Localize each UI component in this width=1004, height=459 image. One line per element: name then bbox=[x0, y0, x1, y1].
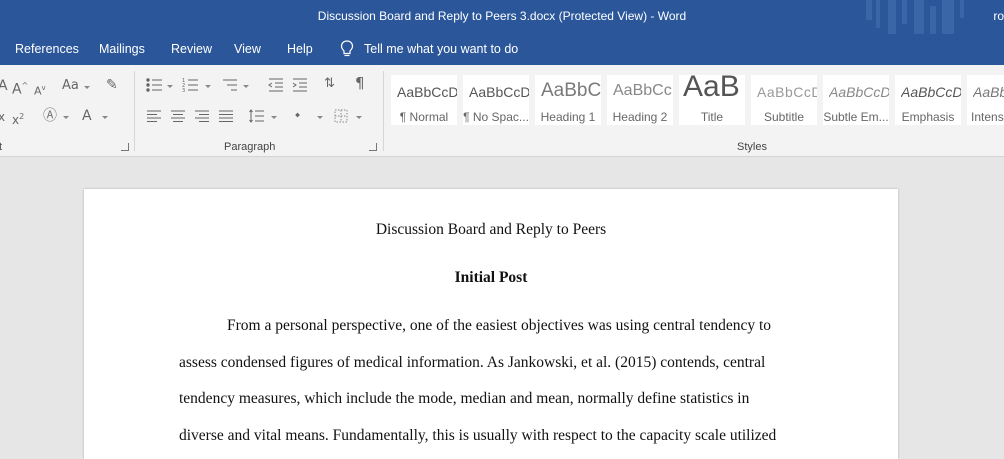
borders-dropdown-icon[interactable] bbox=[356, 116, 362, 119]
styles-group-label: Styles bbox=[737, 141, 767, 153]
line-spacing-dropdown-icon[interactable] bbox=[271, 116, 277, 119]
tab-mailings[interactable]: Mailings bbox=[99, 42, 145, 56]
numbering-icon[interactable]: 123 bbox=[182, 77, 200, 93]
title-bar: Discussion Board and Reply to Peers 3.do… bbox=[0, 0, 1004, 34]
shading-icon[interactable]: ⬩ bbox=[295, 108, 300, 122]
tab-view[interactable]: View bbox=[234, 42, 261, 56]
clear-formatting-icon[interactable]: ✎ bbox=[106, 78, 118, 92]
align-center-icon[interactable] bbox=[170, 109, 186, 123]
change-case-dropdown-icon[interactable] bbox=[84, 86, 90, 89]
show-formatting-marks-icon[interactable]: ¶ bbox=[355, 76, 365, 91]
style-label: ¶ No Spac... bbox=[463, 110, 529, 124]
style-preview: AaBbCcDc bbox=[397, 84, 457, 100]
tab-review[interactable]: Review bbox=[171, 42, 212, 56]
multilevel-dropdown-icon[interactable] bbox=[243, 85, 249, 88]
style-heading-2[interactable]: AaBbCcD Heading 2 bbox=[607, 75, 673, 125]
style-intense-emphasis[interactable]: AaBbCcDc Intens bbox=[967, 75, 1004, 125]
style-preview: AaBbCcD bbox=[613, 82, 673, 99]
subscript-icon[interactable]: x bbox=[0, 110, 5, 124]
font-color-icon[interactable]: A bbox=[82, 109, 92, 123]
style-label: Heading 1 bbox=[540, 110, 596, 124]
numbering-dropdown-icon[interactable] bbox=[205, 85, 211, 88]
tell-me-search[interactable]: Tell me what you want to do bbox=[340, 40, 518, 58]
bullets-icon[interactable] bbox=[146, 77, 164, 93]
tab-help[interactable]: Help bbox=[287, 42, 313, 56]
shrink-font-icon[interactable]: Av bbox=[34, 81, 46, 99]
paragraph-line: diverse and vital means. Fundamentally, … bbox=[179, 427, 777, 444]
style-emphasis[interactable]: AaBbCcDc Emphasis bbox=[895, 75, 961, 125]
style-label: ¶ Normal bbox=[399, 110, 449, 124]
style-preview: AaBbCcDc bbox=[829, 84, 889, 100]
paragraph-line: From a personal perspective, one of the … bbox=[227, 317, 772, 334]
paragraph-group-label: Paragraph bbox=[224, 141, 276, 153]
tab-references[interactable]: References bbox=[15, 42, 79, 56]
ribbon: A A^ Av Aa ✎ x x2 Ⓐ A t 123 ⇅ ¶ ⬩ Paragr… bbox=[0, 65, 1004, 157]
style-label: Heading 2 bbox=[612, 110, 668, 124]
style-preview: AaBbCcDc bbox=[469, 84, 529, 100]
paragraph-dialog-launcher-icon[interactable] bbox=[369, 143, 377, 151]
group-divider bbox=[383, 71, 384, 151]
document-heading: Discussion Board and Reply to Peers bbox=[375, 221, 607, 238]
bullets-dropdown-icon[interactable] bbox=[167, 85, 173, 88]
title-bar-pattern bbox=[866, 0, 964, 34]
font-color-dropdown-icon[interactable] bbox=[102, 116, 108, 119]
style-subtitle[interactable]: AaBbCcD Subtitle bbox=[751, 75, 817, 125]
paragraph-line: tendency measures, which include the mod… bbox=[179, 390, 750, 407]
change-case-icon[interactable]: Aa bbox=[62, 79, 79, 93]
grow-font-icon[interactable]: A^ bbox=[12, 79, 28, 97]
style-preview: AaBbCcDc bbox=[901, 84, 961, 100]
style-preview: AaB bbox=[683, 70, 740, 103]
line-spacing-icon[interactable] bbox=[249, 108, 265, 124]
svg-text:3: 3 bbox=[182, 88, 185, 93]
ribbon-tabs: References Mailings Review View Help Tel… bbox=[0, 34, 1004, 65]
style-no-spacing[interactable]: AaBbCcDc ¶ No Spac... bbox=[463, 75, 529, 125]
decrease-indent-icon[interactable] bbox=[267, 77, 285, 93]
user-account[interactable]: ro bbox=[993, 9, 1004, 23]
shading-dropdown-icon[interactable] bbox=[317, 116, 323, 119]
paragraph-line: assess condensed figures of medical info… bbox=[179, 354, 766, 371]
style-normal[interactable]: AaBbCcDc ¶ Normal bbox=[391, 75, 457, 125]
group-divider bbox=[134, 71, 135, 151]
style-label: Title bbox=[700, 110, 724, 124]
multilevel-list-icon[interactable] bbox=[221, 77, 239, 93]
superscript-icon[interactable]: x2 bbox=[12, 110, 24, 127]
style-preview: AaBbCc bbox=[541, 80, 601, 101]
align-right-icon[interactable] bbox=[194, 109, 210, 123]
font-group-label: t bbox=[0, 141, 3, 153]
sort-icon[interactable]: ⇅ bbox=[324, 77, 335, 91]
text-effects-dropdown-icon[interactable] bbox=[63, 116, 69, 119]
style-label: Emphasis bbox=[901, 110, 955, 124]
style-label: Subtle Em... bbox=[823, 110, 889, 124]
style-heading-1[interactable]: AaBbCc Heading 1 bbox=[535, 75, 601, 125]
lightbulb-icon bbox=[340, 40, 354, 57]
style-preview: AaBbCcDc bbox=[973, 84, 1004, 100]
style-preview: AaBbCcD bbox=[757, 84, 817, 100]
document-subheading: Initial Post bbox=[454, 269, 528, 286]
styles-gallery: AaBbCcDc ¶ Normal AaBbCcDc ¶ No Spac... … bbox=[391, 70, 1004, 125]
style-title[interactable]: AaB Title bbox=[679, 70, 745, 125]
style-subtle-emphasis[interactable]: AaBbCcDc Subtle Em... bbox=[823, 75, 889, 125]
tell-me-label: Tell me what you want to do bbox=[364, 42, 519, 56]
align-left-icon[interactable] bbox=[146, 109, 162, 123]
style-label: Subtitle bbox=[763, 110, 805, 124]
borders-icon[interactable] bbox=[334, 109, 348, 123]
style-label: Intens bbox=[971, 110, 1004, 124]
justify-icon[interactable] bbox=[218, 109, 234, 123]
font-size-icon[interactable]: A bbox=[0, 79, 8, 93]
document-page[interactable]: Discussion Board and Reply to Peers Init… bbox=[84, 189, 898, 459]
increase-indent-icon[interactable] bbox=[291, 77, 309, 93]
text-effects-icon[interactable]: Ⓐ bbox=[43, 109, 57, 123]
font-dialog-launcher-icon[interactable] bbox=[121, 143, 129, 151]
